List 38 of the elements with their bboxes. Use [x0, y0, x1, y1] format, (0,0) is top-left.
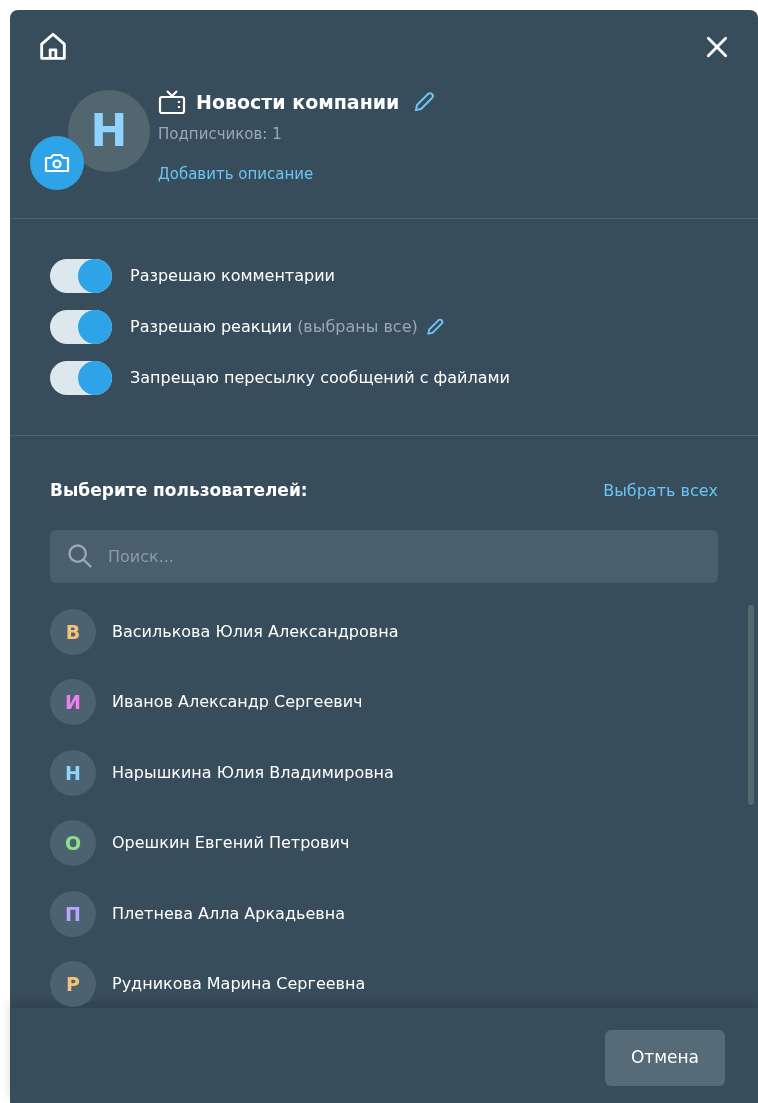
channel-name: Новости компании	[196, 90, 400, 115]
toggle-switch[interactable]	[50, 259, 112, 293]
user-avatar: В	[50, 608, 96, 655]
scrollbar[interactable]	[748, 604, 754, 805]
tv-icon	[158, 89, 186, 116]
user-avatar: П	[50, 890, 96, 937]
toggle-switch[interactable]	[50, 310, 112, 344]
setting-note: (выбраны все)	[297, 316, 418, 338]
user-item[interactable]: О Орешкин Евгений Петрович	[10, 808, 758, 879]
user-item[interactable]: В Василькова Юлия Александровна	[10, 596, 758, 667]
user-name: Иванов Александр Сергеевич	[112, 691, 363, 714]
section-title: Выберите пользователей:	[50, 479, 308, 502]
add-description-link[interactable]: Добавить описание	[158, 163, 438, 186]
user-name: Плетнева Алла Аркадьевна	[112, 902, 345, 925]
camera-button[interactable]	[30, 136, 84, 190]
setting-label: Разрешаю реакции	[130, 316, 293, 338]
user-avatar: Р	[50, 961, 96, 1008]
user-name: Рудникова Марина Сергеевна	[112, 973, 366, 996]
channel-avatar: Н	[68, 90, 150, 172]
user-name: Василькова Юлия Александровна	[112, 620, 399, 643]
user-name: Орешкин Евгений Петрович	[112, 832, 350, 855]
search-icon	[66, 541, 94, 570]
user-item[interactable]: П Плетнева Алла Аркадьевна	[10, 878, 758, 949]
select-all-link[interactable]: Выбрать всех	[603, 478, 718, 503]
camera-icon	[43, 151, 71, 175]
user-item[interactable]: Н Нарышкина Юлия Владимировна	[10, 737, 758, 808]
setting-label: Запрещаю пересылку сообщений с файлами	[130, 367, 510, 389]
user-avatar: О	[50, 820, 96, 867]
user-name: Нарышкина Юлия Владимировна	[112, 761, 394, 784]
user-avatar: И	[50, 679, 96, 726]
subscriber-count: Подписчиков: 1	[158, 123, 283, 145]
user-item[interactable]: И Иванов Александр Сергеевич	[10, 667, 758, 738]
user-avatar: Н	[50, 749, 96, 796]
cancel-button[interactable]: Отмена	[604, 1030, 725, 1086]
user-item[interactable]: Р Рудникова Марина Сергеевна	[10, 949, 758, 1008]
search-field[interactable]: Поиск...	[50, 529, 718, 583]
toggle-switch[interactable]	[50, 361, 112, 395]
setting-label: Разрешаю комментарии	[130, 265, 335, 287]
